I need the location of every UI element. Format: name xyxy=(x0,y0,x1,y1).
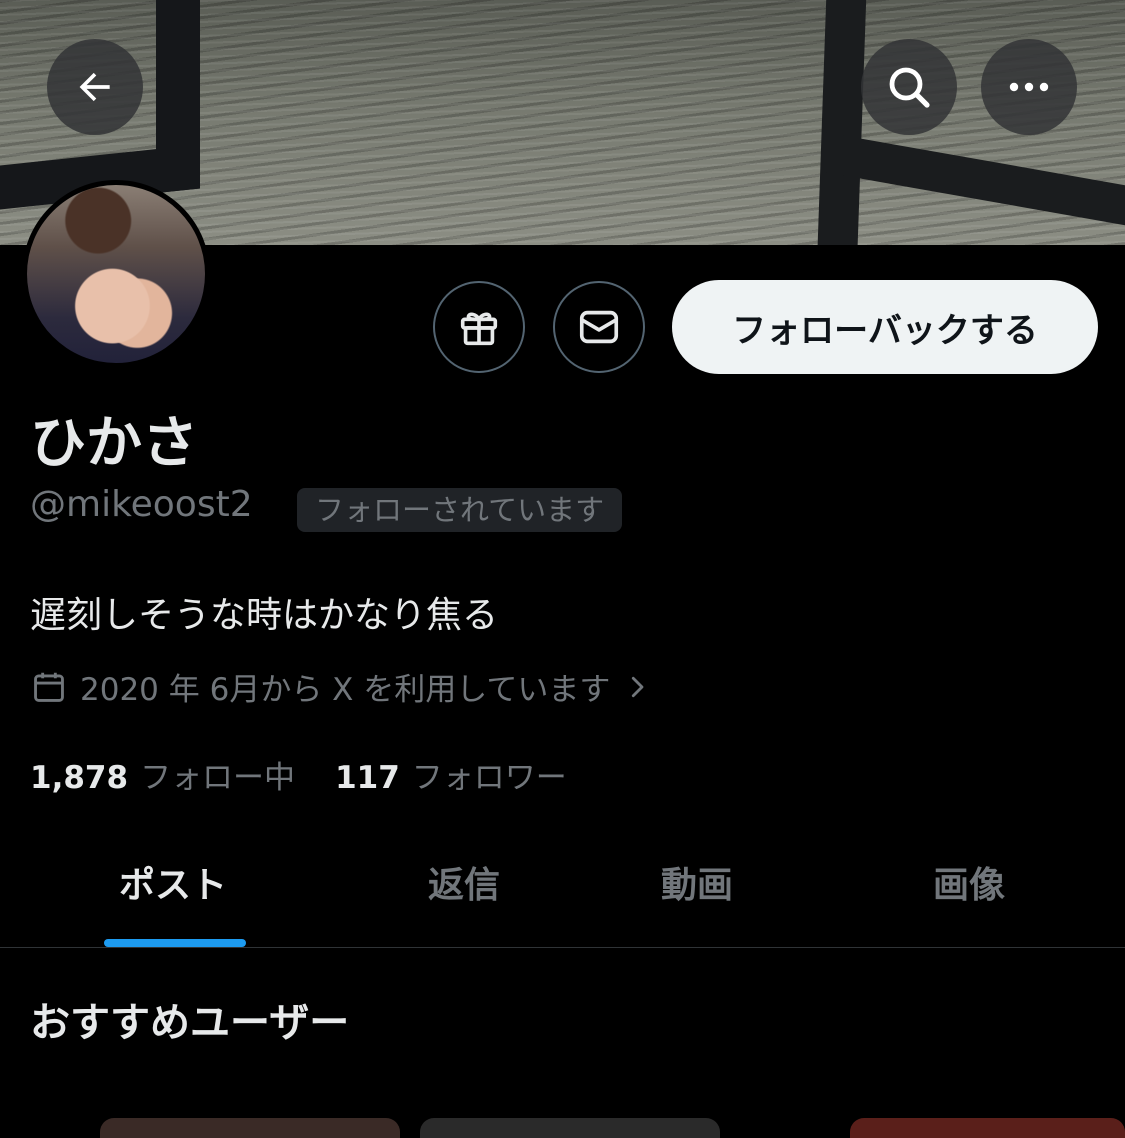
recommended-users-title: おすすめユーザー xyxy=(30,1000,350,1046)
followers-label: フォロワー xyxy=(411,760,567,796)
recommended-user-card[interactable] xyxy=(100,1118,400,1138)
following-stat[interactable]: 1,878 フォロー中 xyxy=(30,752,295,797)
tab-replies[interactable]: 返信 xyxy=(428,856,500,908)
followers-stat[interactable]: 117 フォロワー xyxy=(335,752,567,797)
active-tab-indicator xyxy=(104,939,246,947)
profile-name: ひかさ xyxy=(30,411,198,476)
banner-window-sill-right xyxy=(822,131,1125,229)
recommended-user-card[interactable] xyxy=(850,1118,1125,1138)
profile-bio: 遅刻しそうな時はかなり焦る xyxy=(30,595,499,636)
joined-date-row[interactable]: 2020 年 6月から X を利用しています xyxy=(30,664,652,709)
search-button[interactable] xyxy=(861,39,957,135)
tab-videos[interactable]: 動画 xyxy=(661,856,733,908)
banner-window-frame-right xyxy=(817,0,867,245)
follow-back-button[interactable]: フォローバックする xyxy=(672,280,1098,374)
profile-handle: @mikeoost2 xyxy=(30,484,253,525)
more-button[interactable] xyxy=(981,39,1077,135)
tab-posts[interactable]: ポスト xyxy=(119,856,227,908)
avatar-image xyxy=(27,185,205,363)
calendar-icon xyxy=(34,672,64,702)
tabs-divider xyxy=(0,947,1125,948)
avatar[interactable] xyxy=(22,180,210,368)
following-count: 1,878 xyxy=(30,760,129,796)
joined-date-text: 2020 年 6月から X を利用しています xyxy=(80,672,611,708)
profile-stats: 1,878 フォロー中 117 フォロワー xyxy=(30,752,567,797)
gift-button[interactable] xyxy=(433,281,525,373)
search-icon xyxy=(889,67,930,108)
tab-images[interactable]: 画像 xyxy=(933,856,1005,908)
follows-you-badge: フォローされています xyxy=(297,488,623,532)
message-button[interactable] xyxy=(553,281,645,373)
back-button[interactable] xyxy=(47,39,143,135)
chevron-right-icon xyxy=(632,676,644,697)
recommended-user-card[interactable] xyxy=(420,1118,720,1138)
envelope-icon xyxy=(579,310,619,344)
arrow-left-icon xyxy=(79,72,110,102)
more-horizontal-icon xyxy=(1009,82,1049,92)
followers-count: 117 xyxy=(335,760,400,796)
gift-icon xyxy=(460,312,498,346)
following-label: フォロー中 xyxy=(140,760,296,796)
